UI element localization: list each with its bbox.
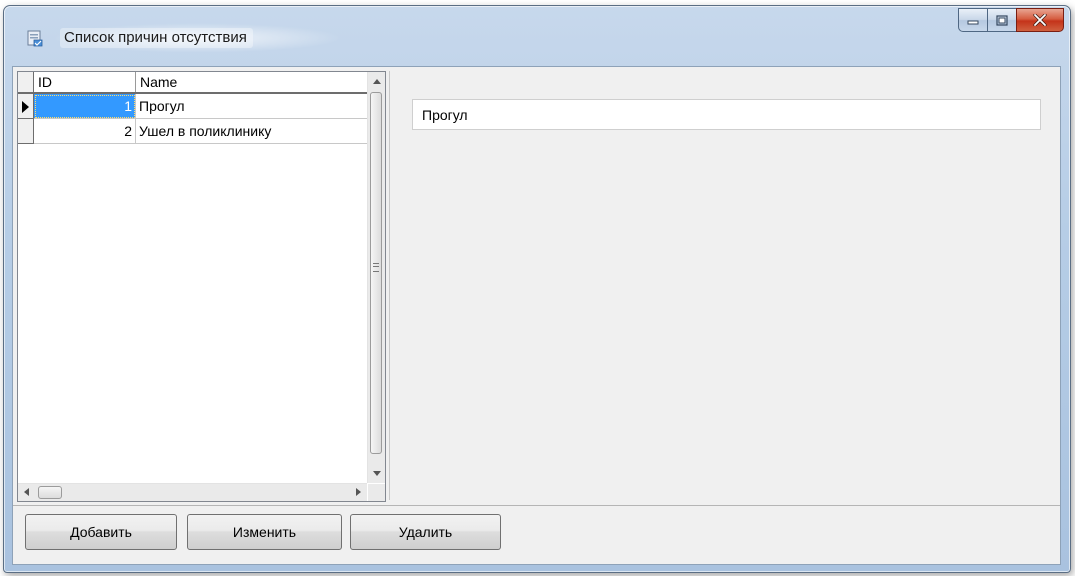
- cell-name[interactable]: Прогул: [136, 94, 367, 119]
- maximize-icon: [996, 14, 1008, 26]
- close-button[interactable]: [1016, 8, 1064, 32]
- scrollbar-corner: [368, 484, 385, 501]
- row-indicator-current[interactable]: [18, 94, 34, 119]
- window-title: Список причин отсутствия: [60, 28, 253, 48]
- row-indicator[interactable]: [18, 119, 34, 144]
- table-row[interactable]: 2 Ушел в поликлинику: [18, 119, 367, 144]
- bottom-toolbar: Добавить Изменить Удалить: [13, 505, 1060, 565]
- scroll-down-arrow-icon[interactable]: [373, 471, 381, 476]
- panel-splitter[interactable]: [389, 71, 390, 500]
- cell-id[interactable]: 2: [34, 119, 136, 144]
- horizontal-scroll-thumb[interactable]: [38, 486, 62, 499]
- app-window: Список причин отсутствия ID Name 1 Прогу…: [3, 5, 1071, 573]
- scroll-up-arrow-icon[interactable]: [373, 79, 381, 84]
- grid-header: ID Name: [18, 72, 367, 94]
- client-area: ID Name 1 Прогул 2 Ушел в поликлинику Пр…: [12, 66, 1061, 565]
- table-row[interactable]: 1 Прогул: [18, 94, 367, 119]
- minimize-button[interactable]: [958, 8, 987, 32]
- header-indicator-cell: [18, 72, 34, 92]
- delete-button[interactable]: Удалить: [350, 514, 501, 550]
- reason-name-field[interactable]: [412, 99, 1041, 130]
- cell-id[interactable]: 1: [34, 94, 136, 119]
- grip-icon: [373, 263, 379, 272]
- edit-button[interactable]: Изменить: [187, 514, 342, 550]
- horizontal-scrollbar[interactable]: [18, 483, 367, 501]
- add-button[interactable]: Добавить: [25, 514, 177, 550]
- reasons-grid[interactable]: ID Name 1 Прогул 2 Ушел в поликлинику: [17, 71, 386, 502]
- column-header-name[interactable]: Name: [136, 72, 367, 92]
- vertical-scrollbar[interactable]: [367, 72, 385, 483]
- vertical-scroll-thumb[interactable]: [370, 92, 382, 454]
- close-icon: [1033, 14, 1047, 26]
- column-header-id[interactable]: ID: [34, 72, 136, 92]
- maximize-button[interactable]: [987, 8, 1016, 32]
- cell-name[interactable]: Ушел в поликлинику: [136, 119, 367, 144]
- window-controls: [958, 8, 1064, 32]
- scroll-right-arrow-icon[interactable]: [356, 488, 361, 496]
- window-app-icon: [27, 30, 43, 47]
- minimize-icon: [967, 20, 979, 25]
- title-bar[interactable]: Список причин отсутствия: [4, 6, 1070, 64]
- scroll-left-arrow-icon[interactable]: [24, 488, 29, 496]
